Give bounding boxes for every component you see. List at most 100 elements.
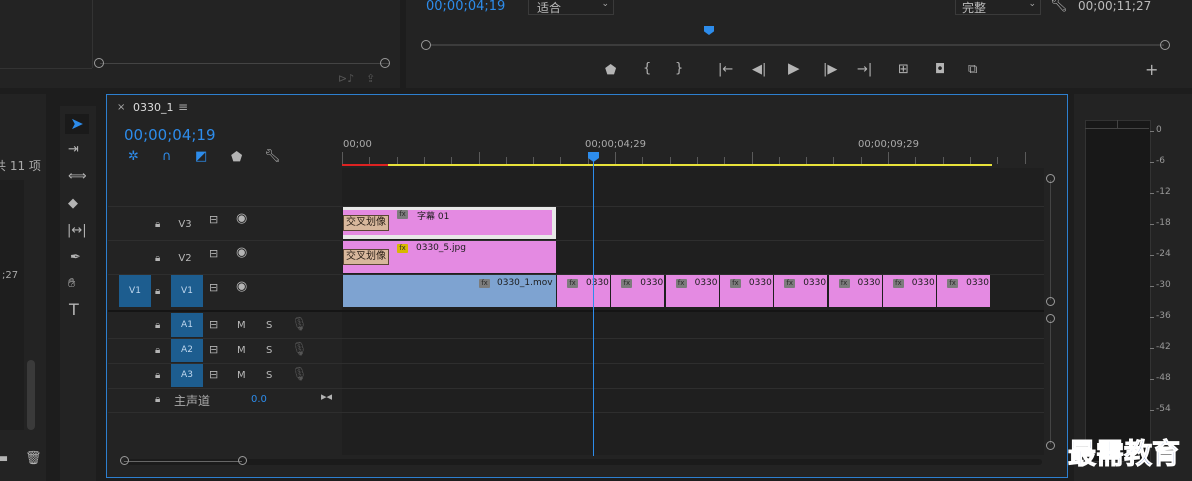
step-forward-icon[interactable]: |▶ [823, 63, 837, 76]
add-marker-icon[interactable]: ⬟ [231, 151, 242, 164]
sequence-timecode[interactable]: 00;00;04;19 [124, 126, 216, 144]
timeline-hscroll[interactable] [124, 459, 1042, 465]
solo-a1[interactable]: S [266, 320, 272, 331]
go-to-in-icon[interactable]: |← [718, 63, 733, 76]
settings-wrench-icon[interactable]: 🔧︎ [264, 150, 281, 163]
lock-icon[interactable]: 🔒︎ [155, 285, 160, 298]
hand-icon[interactable]: ✋︎ [68, 277, 75, 290]
lock-icon[interactable]: 🔒︎ [155, 344, 160, 357]
slip-icon[interactable]: |↔| [67, 224, 87, 237]
program-timecode[interactable]: 00;00;04;19 [426, 0, 505, 13]
master-volume-value[interactable]: 0.0 [251, 394, 267, 405]
razor-icon[interactable]: ◆ [68, 197, 78, 210]
timeline-playhead-line[interactable] [593, 160, 594, 456]
sync-lock-icon[interactable]: ⊟ [209, 213, 218, 226]
sync-lock-icon[interactable]: ⊟ [209, 247, 218, 260]
linked-selection-icon[interactable]: ◩ [195, 150, 207, 163]
solo-a2[interactable]: S [266, 345, 272, 356]
track-name-a1[interactable]: A1 [171, 313, 203, 337]
bin-icon[interactable]: ▬ [0, 452, 8, 465]
scroll-handle-left[interactable] [120, 456, 129, 465]
mic-icon[interactable]: 🎙︎ [291, 343, 308, 356]
trash-icon[interactable]: 🗑︎ [25, 452, 42, 465]
video-vscroll-track[interactable] [1050, 180, 1051, 300]
scroll-handle-left[interactable] [421, 40, 431, 50]
insert-icon[interactable]: ⊳♪ [338, 72, 354, 85]
timeline-tab-close[interactable]: × [117, 102, 125, 113]
scroll-handle-left[interactable] [94, 58, 104, 68]
camera-icon[interactable]: ◘ [935, 63, 945, 76]
panel-scrollbar-track[interactable] [100, 63, 390, 64]
lock-icon[interactable]: 🔒︎ [155, 319, 160, 332]
clip-repeat-label: 0330 [911, 278, 935, 288]
pen-icon[interactable]: ✒ [70, 251, 81, 264]
snap-icon[interactable]: ∩ [162, 150, 172, 163]
mute-a2[interactable]: M [237, 345, 246, 356]
sync-lock-icon[interactable]: ⊟ [209, 343, 218, 356]
scroll-handle-bottom[interactable] [1046, 441, 1055, 450]
go-to-end-icon[interactable]: ▸◂ [321, 390, 332, 403]
mute-a3[interactable]: M [237, 370, 246, 381]
scroll-handle-top[interactable] [1046, 174, 1055, 183]
track-name-v2[interactable]: V2 [174, 253, 196, 264]
mic-icon[interactable]: 🎙︎ [291, 318, 308, 331]
mic-icon[interactable]: 🎙︎ [291, 368, 308, 381]
eye-icon[interactable]: ◉ [236, 212, 247, 225]
eye-icon[interactable]: ◉ [236, 280, 247, 293]
step-back-icon[interactable]: ◀| [752, 63, 766, 76]
fit-select[interactable]: 适合 ⌄ [528, 0, 614, 15]
nest-icon[interactable]: ✲ [128, 150, 139, 163]
lift-icon[interactable]: ⊞ [898, 63, 909, 76]
sync-lock-icon[interactable]: ⊟ [209, 368, 218, 381]
timeline-tab-name[interactable]: 0330_1 [133, 101, 174, 114]
timeline-hscroll-thumb[interactable] [124, 461, 242, 462]
timeline-tab-menu[interactable]: ≡ [178, 100, 188, 114]
wrench-icon[interactable]: 🔧︎ [1050, 0, 1068, 12]
add-marker-icon[interactable]: ⬟ [605, 64, 616, 77]
add-button-icon[interactable]: + [1145, 62, 1158, 78]
track-name-a3[interactable]: A3 [171, 364, 203, 387]
lock-icon[interactable]: 🔒︎ [155, 369, 160, 382]
program-scrubbar[interactable] [430, 44, 1164, 46]
sync-lock-icon[interactable]: ⊟ [209, 318, 218, 331]
scroll-handle-right[interactable] [380, 58, 390, 68]
track-name-v3[interactable]: V3 [174, 219, 196, 230]
type-tool-icon[interactable]: T [69, 302, 79, 318]
quality-select[interactable]: 完整 ⌄ [955, 0, 1041, 15]
transition-v2[interactable]: 交叉划像 [343, 249, 389, 265]
lock-icon[interactable]: 🔒︎ [155, 252, 160, 265]
ruler-tick [915, 157, 917, 164]
scroll-handle-top[interactable] [1046, 314, 1055, 323]
lock-icon[interactable]: 🔒︎ [155, 393, 160, 406]
clip-main-label: 0330_1.mov [497, 278, 553, 288]
mute-a1[interactable]: M [237, 320, 246, 331]
ruler-label-1: 00;00;04;29 [585, 139, 647, 150]
ripple-edit-icon[interactable]: ⟺ [68, 170, 87, 183]
track-select-icon[interactable]: ⇥ [68, 143, 79, 156]
lock-icon[interactable]: 🔒︎ [155, 218, 160, 231]
go-to-out-icon[interactable]: →| [857, 63, 872, 76]
eye-icon[interactable]: ◉ [236, 246, 247, 259]
scroll-handle-right[interactable] [1160, 40, 1170, 50]
sync-lock-icon[interactable]: ⊟ [209, 281, 218, 294]
compare-icon[interactable]: ⧉ [968, 63, 977, 76]
mark-in-icon[interactable]: { [643, 62, 651, 75]
scroll-handle-right[interactable] [238, 456, 247, 465]
mark-out-icon[interactable]: } [675, 62, 683, 75]
clip-image-label: 0330_5.jpg [416, 243, 466, 253]
meter-scale-tick [1150, 255, 1154, 256]
track-name-v1[interactable]: V1 [171, 275, 203, 307]
solo-a3[interactable]: S [266, 370, 272, 381]
program-mini-ruler[interactable] [430, 26, 1164, 38]
audio-vscroll-track[interactable] [1050, 320, 1051, 444]
transition-v3[interactable]: 交叉划像 [343, 215, 389, 231]
selection-tool-icon[interactable]: ➤ [65, 114, 89, 134]
meter-scale-tick [1150, 286, 1154, 287]
track-name-a2[interactable]: A2 [171, 339, 203, 362]
project-scrollbar[interactable] [27, 360, 35, 430]
play-icon[interactable]: ▶ [788, 61, 800, 76]
ruler-label-2: 00;00;09;29 [858, 139, 920, 150]
scroll-handle-bottom[interactable] [1046, 297, 1055, 306]
export-icon[interactable]: ⇪ [366, 72, 375, 85]
source-patch-v1[interactable]: V1 [119, 275, 151, 307]
